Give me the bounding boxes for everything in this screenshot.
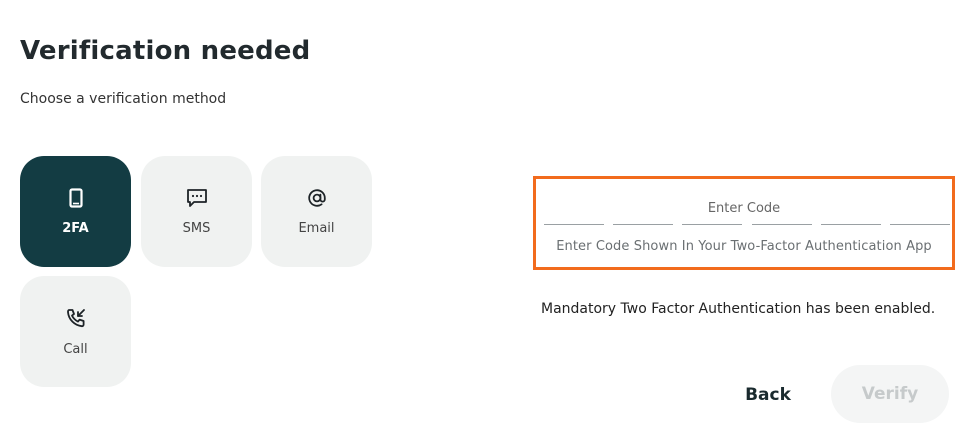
code-digit-3[interactable]	[682, 224, 742, 225]
method-label: SMS	[182, 220, 211, 236]
code-digit-5[interactable]	[821, 224, 881, 225]
verify-button[interactable]: Verify	[831, 365, 949, 423]
method-call[interactable]: Call	[20, 276, 131, 387]
method-2fa[interactable]: 2FA	[20, 156, 131, 267]
phone-call-icon	[66, 308, 85, 327]
method-label: Email	[298, 220, 335, 236]
at-sign-icon	[307, 188, 326, 207]
verification-page: Verification needed Choose a verificatio…	[0, 0, 960, 440]
code-digit-lines	[544, 224, 950, 226]
code-hint: Enter Code Shown In Your Two-Factor Auth…	[556, 239, 932, 254]
method-email[interactable]: Email	[261, 156, 372, 267]
method-label: Call	[63, 341, 88, 357]
back-button[interactable]: Back	[735, 373, 801, 417]
method-label: 2FA	[62, 220, 89, 236]
code-digit-2[interactable]	[613, 224, 673, 225]
mfa-notice: Mandatory Two Factor Authentication has …	[541, 301, 936, 317]
code-digit-6[interactable]	[890, 224, 950, 225]
code-digit-1[interactable]	[544, 224, 604, 225]
method-sms[interactable]: SMS	[141, 156, 252, 267]
code-digit-4[interactable]	[752, 224, 812, 225]
page-title: Verification needed	[20, 36, 311, 66]
smartphone-icon	[68, 187, 83, 208]
code-entry-panel: Enter Code Enter Code Shown In Your Two-…	[533, 176, 955, 270]
page-subtitle: Choose a verification method	[20, 91, 227, 107]
message-icon	[186, 188, 207, 207]
